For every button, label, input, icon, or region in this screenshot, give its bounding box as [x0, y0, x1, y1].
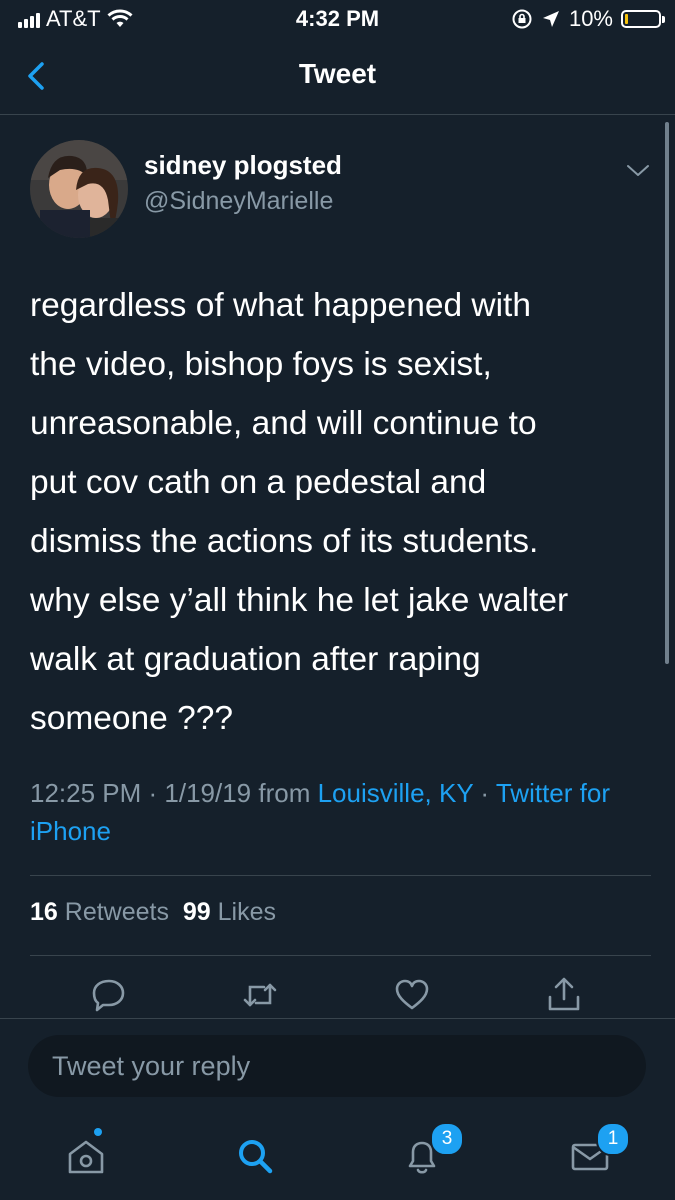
likes-stat[interactable]: 99 Likes [183, 898, 276, 926]
metadata-separator: · [473, 778, 496, 808]
retweet-count: 16 [30, 898, 58, 926]
page-title: Tweet [298, 58, 377, 89]
search-icon[interactable] [233, 1134, 277, 1178]
like-count: 99 [182, 898, 211, 926]
location-link[interactable]: Louisville, KY [318, 778, 474, 808]
chevron-down-icon[interactable] [625, 160, 651, 180]
battery-icon [621, 10, 665, 28]
reply-input[interactable]: Tweet your reply [28, 1035, 646, 1097]
orientation-lock-icon [512, 9, 532, 29]
tweet-text: regardless of what happened with the vid… [30, 287, 569, 737]
divider [30, 955, 651, 956]
messages-badge: 1 [596, 1122, 630, 1156]
likes-label: Likes [217, 898, 277, 926]
scrollbar[interactable] [665, 122, 669, 664]
home-icon[interactable] [64, 1134, 108, 1178]
tweet-stats: 16 Retweets 99 Likes [30, 898, 276, 927]
user-handle[interactable]: @SidneyMarielle [144, 187, 333, 216]
home-new-dot [94, 1128, 102, 1136]
retweets-stat[interactable]: 16 Retweets [30, 898, 169, 926]
retweets-label: Retweets [64, 898, 169, 926]
tweet-time-date: 12:25 PM · 1/19/19 from [30, 778, 318, 808]
reply-icon[interactable] [89, 975, 129, 1015]
retweet-icon[interactable] [240, 975, 280, 1015]
location-arrow-icon [542, 11, 559, 27]
navigation-bar: Tweet [0, 40, 675, 115]
battery-percent: 10% [568, 6, 613, 31]
avatar[interactable] [30, 140, 128, 238]
divider [30, 875, 651, 876]
status-bar: AT&T 4:32 PM 10% [0, 0, 675, 40]
tweet-metadata: 12:25 PM · 1/19/19 from Louisville, KY ·… [30, 774, 645, 850]
divider [0, 1018, 675, 1019]
display-name[interactable]: sidney plogsted [144, 150, 342, 181]
share-icon[interactable] [544, 975, 584, 1015]
notifications-badge: 3 [430, 1122, 464, 1156]
like-icon[interactable] [392, 975, 432, 1015]
battery-level-fill [625, 14, 628, 24]
